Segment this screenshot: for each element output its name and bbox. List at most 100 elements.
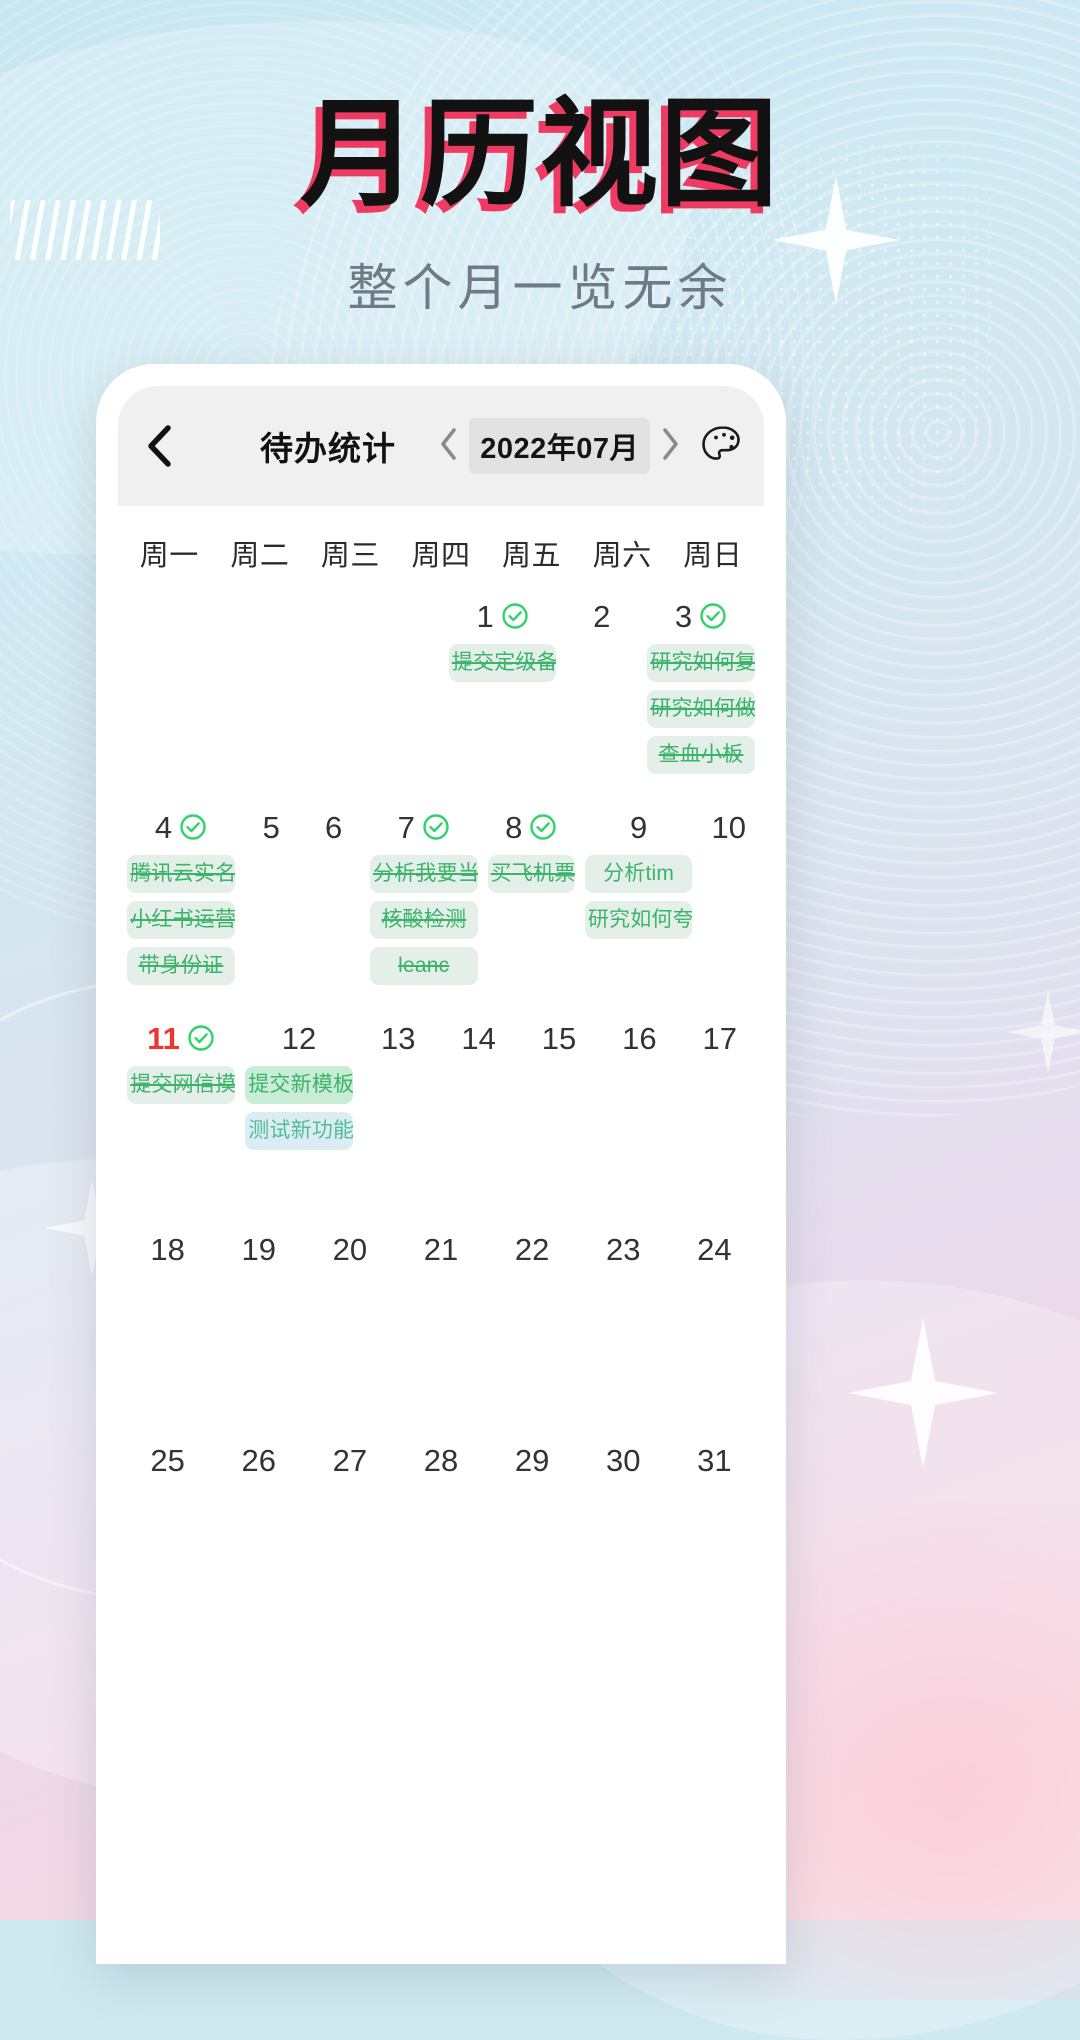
page-subtitle: 整个月一览无余	[347, 259, 733, 316]
day-number: 27	[332, 1442, 368, 1478]
day-number: 15	[541, 1020, 577, 1056]
weekday-header-row: 周一 周二 周三 周四 周五 周六 周日	[118, 506, 764, 590]
hero-section: 月历视图 整个月一览无余	[0, 88, 1080, 320]
day-number: 20	[332, 1231, 368, 1267]
day-number-row: 29	[515, 1438, 549, 1482]
calendar-day-cell[interactable]: 12 提交新模板 测试新功能	[240, 1012, 358, 1223]
task-chip[interactable]: 买飞机票	[487, 855, 575, 894]
day-number-row: 27	[333, 1438, 367, 1482]
calendar-day-cell[interactable]: 24	[669, 1223, 760, 1434]
day-number: 26	[241, 1442, 276, 1478]
day-number-row: 16	[622, 1016, 656, 1060]
task-list: 提交网信摸	[125, 1066, 237, 1105]
task-chip[interactable]: 提交定级备	[448, 644, 557, 683]
task-chip[interactable]: 分析我要当	[370, 855, 478, 894]
task-chip[interactable]: 测试新功能	[245, 1112, 353, 1151]
task-list: 腾讯云实名小红书运营带身份证	[125, 855, 237, 986]
day-number-row: 1	[476, 594, 528, 638]
day-number-row: 26	[241, 1438, 275, 1482]
day-number-row: 4	[155, 805, 207, 849]
calendar-day-cell[interactable]: 28	[395, 1434, 486, 1645]
day-number-row: 11	[147, 1016, 215, 1060]
task-chip[interactable]: 腾讯云实名	[127, 855, 235, 894]
task-list: 提交定级备	[447, 644, 559, 683]
calendar-day-cell[interactable]: 19	[213, 1223, 304, 1434]
day-number-row: 17	[703, 1016, 737, 1060]
phone-mockup: 待办统计 2022年07月 周一 周二 周三 周四 周五 周六 周日 1 提交定…	[96, 364, 786, 1964]
month-label[interactable]: 2022年07月	[469, 418, 650, 474]
chevron-left-icon	[439, 427, 459, 466]
calendar-day-cell[interactable]: 14	[438, 1012, 518, 1223]
day-number: 28	[423, 1442, 459, 1478]
day-number-row: 18	[150, 1227, 184, 1271]
calendar-day-cell[interactable]: 10	[698, 801, 760, 1012]
task-chip[interactable]: 核酸检测	[370, 901, 478, 940]
calendar-day-cell[interactable]: 13	[358, 1012, 438, 1223]
calendar-day-cell[interactable]: 11 提交网信摸	[122, 1012, 240, 1223]
calendar-day-cell[interactable]: 15	[519, 1012, 599, 1223]
calendar-day-cell[interactable]: 8 买飞机票	[483, 801, 580, 1012]
task-chip[interactable]: 研究如何夸	[584, 901, 693, 940]
calendar-day-cell[interactable]: 25	[122, 1434, 213, 1645]
calendar-day-cell[interactable]: 30	[578, 1434, 669, 1645]
task-chip[interactable]: 带身份证	[127, 947, 235, 986]
chevron-right-icon	[660, 427, 680, 466]
prev-month-button[interactable]	[431, 424, 467, 468]
day-number: 31	[697, 1442, 732, 1478]
calendar-day-cell[interactable]: 5	[240, 801, 302, 1012]
calendar-day-cell[interactable]: 4 腾讯云实名小红书运营带身份证	[122, 801, 240, 1012]
day-number: 24	[697, 1231, 732, 1267]
calendar-day-cell[interactable]: 6	[302, 801, 364, 1012]
task-chip[interactable]: leanc	[370, 947, 478, 986]
day-number: 21	[423, 1231, 459, 1267]
task-chip[interactable]: 提交网信摸	[127, 1066, 235, 1105]
calendar-day-cell[interactable]: 9 分析tim 研究如何夸	[580, 801, 698, 1012]
chevron-left-icon	[144, 424, 174, 468]
check-circle-icon	[699, 602, 727, 630]
day-number: 7	[397, 809, 415, 845]
calendar-day-cell[interactable]: 22	[487, 1223, 578, 1434]
app-header-title: 待办统计	[260, 430, 396, 467]
day-number-today: 11	[147, 1020, 180, 1056]
day-number: 25	[150, 1442, 185, 1478]
calendar-day-cell[interactable]: 18	[122, 1223, 213, 1434]
calendar-day-cell[interactable]: 23	[578, 1223, 669, 1434]
calendar-day-cell[interactable]: 2	[562, 590, 642, 801]
calendar-day-cell[interactable]: 1 提交定级备	[444, 590, 562, 801]
calendar-day-cell[interactable]: 7 分析我要当核酸检测 leanc	[365, 801, 483, 1012]
weekday-label: 周日	[683, 540, 743, 572]
day-number: 18	[150, 1231, 185, 1267]
day-number: 14	[461, 1020, 496, 1056]
calendar-week-row: 18 19 20 21 22 23 24	[122, 1223, 760, 1434]
calendar-day-cell[interactable]: 31	[669, 1434, 760, 1645]
day-number-row: 28	[424, 1438, 458, 1482]
task-chip[interactable]: 查血小板	[647, 736, 755, 775]
day-number: 16	[622, 1020, 657, 1056]
calendar-day-cell[interactable]: 26	[213, 1434, 304, 1645]
task-list: 分析tim 研究如何夸	[583, 855, 695, 940]
task-chip[interactable]: 小红书运营	[127, 901, 235, 940]
day-number: 9	[629, 809, 648, 845]
back-button[interactable]	[132, 419, 186, 473]
calendar-day-cell[interactable]: 20	[304, 1223, 395, 1434]
day-number-row: 5	[263, 805, 280, 849]
calendar-day-cell[interactable]: 29	[487, 1434, 578, 1645]
calendar-day-cell[interactable]: 27	[304, 1434, 395, 1645]
calendar-day-cell[interactable]: 3 研究如何复 研究如何做 查血小板	[642, 590, 760, 801]
weekday-label: 周五	[502, 540, 562, 572]
day-number: 5	[262, 809, 280, 845]
task-list: 提交新模板测试新功能	[243, 1066, 355, 1151]
task-chip[interactable]: 提交新模板	[245, 1066, 353, 1105]
calendar-empty-cell	[202, 590, 282, 801]
theme-button[interactable]	[698, 421, 748, 471]
calendar-day-cell[interactable]: 16	[599, 1012, 679, 1223]
calendar-day-cell[interactable]: 17	[680, 1012, 760, 1223]
day-number: 13	[380, 1020, 416, 1056]
task-chip[interactable]: 研究如何复	[647, 644, 755, 683]
next-month-button[interactable]	[652, 424, 688, 468]
calendar-day-cell[interactable]: 21	[395, 1223, 486, 1434]
task-chip[interactable]: 分析tim	[584, 855, 693, 894]
task-chip[interactable]: 研究如何做	[647, 690, 755, 729]
day-number-row: 13	[381, 1016, 415, 1060]
day-number-row: 21	[424, 1227, 458, 1271]
